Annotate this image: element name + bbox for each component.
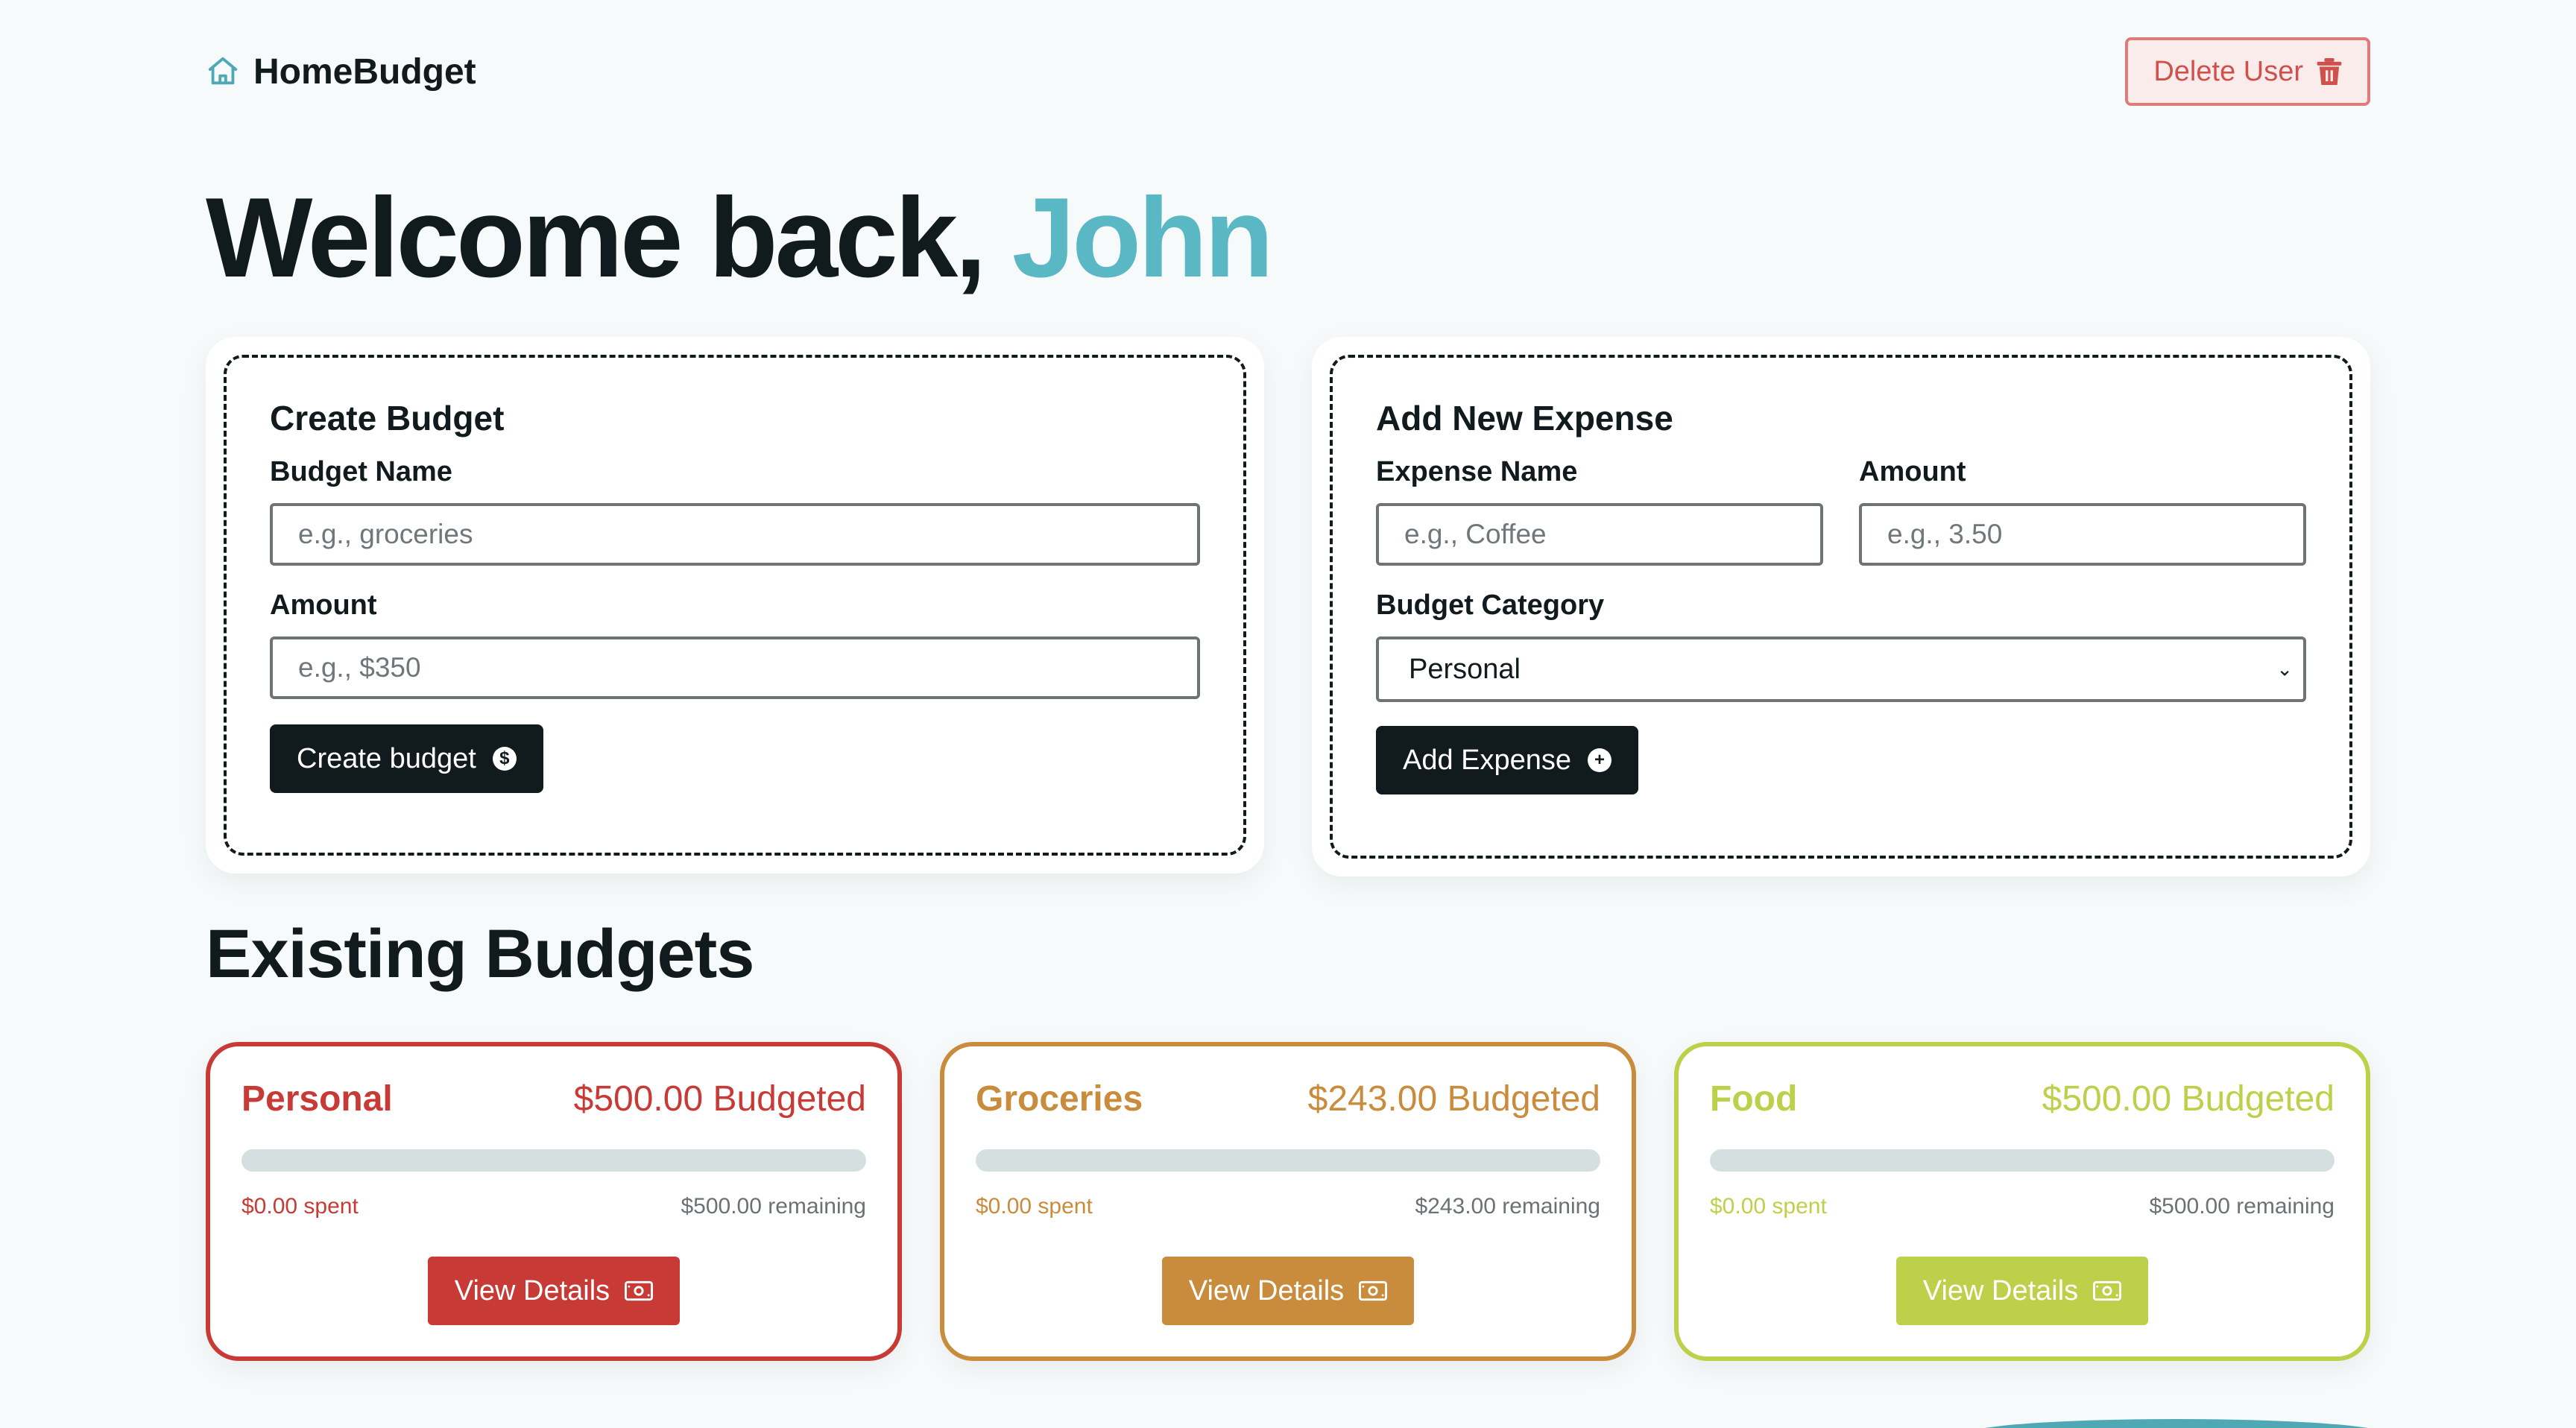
- delete-user-label: Delete User: [2153, 55, 2303, 87]
- budget-meta: $0.00 spent $500.00 remaining: [1710, 1194, 2334, 1219]
- banknote-icon: [2093, 1280, 2122, 1301]
- banknote-icon: [1359, 1280, 1388, 1301]
- budget-name: Food: [1710, 1078, 1798, 1119]
- create-budget-button[interactable]: Create budget $: [270, 724, 543, 793]
- trash-icon: [2317, 58, 2342, 85]
- budget-amount-field: Amount: [270, 590, 1200, 699]
- budget-card-header: Groceries $243.00 Budgeted: [976, 1075, 1600, 1122]
- budget-budgeted-amount: $243.00 Budgeted: [1307, 1078, 1600, 1119]
- budget-name: Personal: [242, 1078, 393, 1119]
- budget-progress-bar: [1710, 1149, 2334, 1172]
- expense-name-label: Expense Name: [1376, 456, 1578, 487]
- budget-category-select[interactable]: Personal ⌄: [1376, 636, 2306, 702]
- welcome-heading: Welcome back, John: [206, 170, 1274, 306]
- add-expense-card: Add New Expense Expense Name Amount Budg…: [1312, 337, 2370, 876]
- top-nav: HomeBudget Delete User: [206, 36, 2370, 107]
- budget-spent: $0.00 spent: [1710, 1194, 1827, 1219]
- delete-user-button[interactable]: Delete User: [2125, 37, 2370, 106]
- budget-budgeted-amount: $500.00 Budgeted: [2042, 1078, 2334, 1119]
- add-expense-button[interactable]: Add Expense +: [1376, 726, 1639, 794]
- budget-name-label: Budget Name: [270, 456, 452, 487]
- budget-meta: $0.00 spent $500.00 remaining: [242, 1194, 866, 1219]
- chevron-down-icon: ⌄: [2276, 657, 2293, 680]
- create-budget-card: Create Budget Budget Name Amount Create …: [206, 337, 1264, 873]
- create-budget-title: Create Budget: [270, 399, 505, 437]
- budget-progress-bar: [976, 1149, 1600, 1172]
- budget-remaining: $500.00 remaining: [2149, 1194, 2334, 1219]
- banknote-icon: [625, 1280, 654, 1301]
- view-details-button[interactable]: View Details: [1895, 1257, 2149, 1325]
- expense-amount-field: Amount: [1859, 456, 2306, 566]
- budget-action: View Details: [1710, 1257, 2334, 1325]
- expense-name-field: Expense Name: [1376, 456, 1823, 566]
- budget-name-field: Budget Name: [270, 456, 1200, 566]
- budget-category-value: Personal: [1409, 653, 1521, 685]
- existing-budgets-title: Existing Budgets: [206, 916, 754, 992]
- budget-card-header: Food $500.00 Budgeted: [1710, 1075, 2334, 1122]
- expense-name-input[interactable]: [1376, 503, 1823, 566]
- budget-card-food: Food $500.00 Budgeted $0.00 spent $500.0…: [1674, 1042, 2370, 1361]
- welcome-prefix: Welcome back,: [206, 174, 986, 301]
- add-expense-button-label: Add Expense: [1403, 744, 1572, 776]
- plus-circle-icon: +: [1588, 748, 1612, 772]
- budget-name: Groceries: [976, 1078, 1143, 1119]
- budget-card-header: Personal $500.00 Budgeted: [242, 1075, 866, 1122]
- budget-category-field: Budget Category Personal ⌄: [1376, 590, 2306, 702]
- view-details-button[interactable]: View Details: [1161, 1257, 1415, 1325]
- budget-budgeted-amount: $500.00 Budgeted: [573, 1078, 866, 1119]
- budget-amount-input[interactable]: [270, 636, 1200, 699]
- budget-remaining: $500.00 remaining: [681, 1194, 866, 1219]
- budget-card-groceries: Groceries $243.00 Budgeted $0.00 spent $…: [940, 1042, 1636, 1361]
- create-budget-button-label: Create budget: [297, 742, 476, 774]
- budget-amount-label: Amount: [270, 590, 377, 621]
- budget-spent: $0.00 spent: [242, 1194, 359, 1219]
- add-expense-title: Add New Expense: [1376, 399, 1673, 437]
- budget-category-label: Budget Category: [1376, 590, 1605, 621]
- dollar-circle-icon: $: [492, 747, 517, 771]
- expense-amount-input[interactable]: [1859, 503, 2306, 566]
- add-expense-form: Add New Expense Expense Name Amount Budg…: [1330, 355, 2352, 859]
- view-details-button[interactable]: View Details: [427, 1257, 681, 1325]
- create-budget-form: Create Budget Budget Name Amount Create …: [224, 355, 1246, 856]
- expense-row: Expense Name Amount: [1376, 456, 2306, 590]
- budget-name-input[interactable]: [270, 503, 1200, 566]
- home-icon: [208, 57, 238, 85]
- brand-name: HomeBudget: [253, 51, 476, 92]
- budget-progress-bar: [242, 1149, 866, 1172]
- expense-amount-label: Amount: [1859, 456, 1966, 487]
- welcome-user-name: John: [1011, 174, 1274, 301]
- budget-meta: $0.00 spent $243.00 remaining: [976, 1194, 1600, 1219]
- budget-remaining: $243.00 remaining: [1415, 1194, 1600, 1219]
- view-details-label: View Details: [1188, 1274, 1345, 1307]
- view-details-label: View Details: [1922, 1274, 2079, 1307]
- brand-link[interactable]: HomeBudget: [206, 51, 476, 92]
- view-details-label: View Details: [454, 1274, 610, 1307]
- page: HomeBudget Delete User Welcome back, Joh…: [0, 0, 2576, 1428]
- budget-action: View Details: [976, 1257, 1600, 1325]
- budget-card-personal: Personal $500.00 Budgeted $0.00 spent $5…: [206, 1042, 902, 1361]
- budget-spent: $0.00 spent: [976, 1194, 1093, 1219]
- decorative-wave: [1968, 1419, 2385, 1428]
- budget-action: View Details: [242, 1257, 866, 1325]
